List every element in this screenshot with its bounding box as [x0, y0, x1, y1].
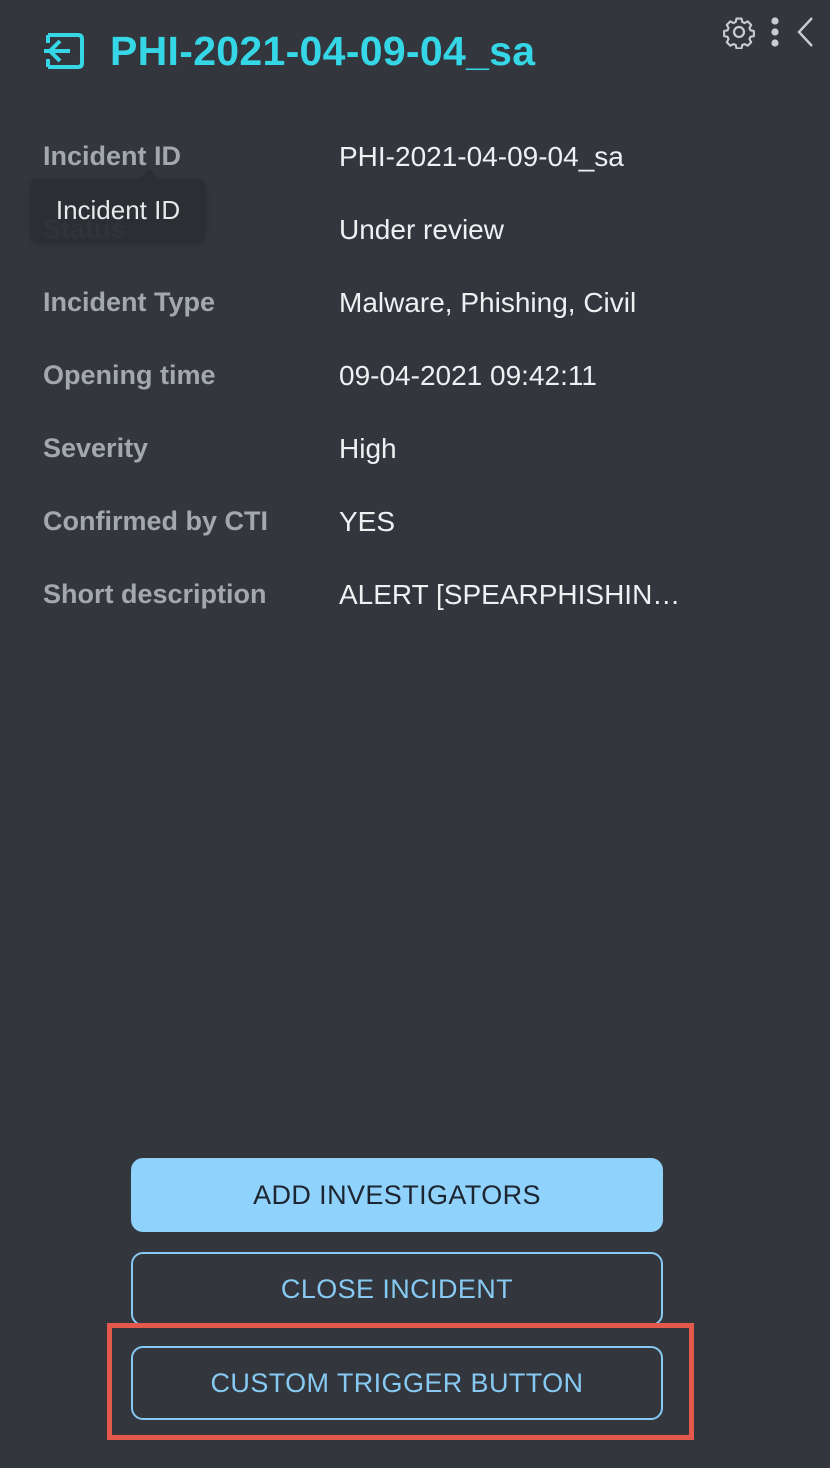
field-label: Opening time [43, 360, 216, 390]
field-row-confirmed-by-cti: Confirmed by CTI YES [43, 485, 803, 558]
action-buttons: ADD INVESTIGATORS CLOSE INCIDENT CUSTOM … [131, 1158, 663, 1420]
field-row-opening-time: Opening time 09-04-2021 09:42:11 [43, 339, 803, 412]
field-value: ALERT [SPEARPHISHIN… [339, 578, 681, 610]
field-row-severity: Severity High [43, 412, 803, 485]
entry-icon [40, 26, 90, 76]
field-value: YES [339, 505, 396, 537]
kebab-menu-icon[interactable] [768, 15, 782, 49]
field-value: High [339, 432, 397, 464]
chevron-left-icon[interactable] [794, 14, 816, 50]
field-label: Severity [43, 433, 149, 463]
incident-detail-panel: PHI-2021-04-09-04_sa Incident ID PHI-202… [0, 0, 830, 1468]
top-actions [722, 14, 816, 50]
field-value: 09-04-2021 09:42:11 [339, 359, 597, 391]
field-row-short-description: Short description ALERT [SPEARPHISHIN… [43, 558, 803, 631]
field-label: Incident ID [43, 141, 182, 171]
field-row-incident-type: Incident Type Malware, Phishing, Civil [43, 266, 803, 339]
panel-header: PHI-2021-04-09-04_sa [40, 26, 535, 76]
highlight-box [107, 1323, 694, 1440]
field-value: Malware, Phishing, Civil [339, 286, 637, 318]
tooltip: Incident ID [31, 169, 205, 241]
field-label: Confirmed by CTI [43, 506, 269, 536]
field-label: Short description [43, 579, 267, 609]
page-title: PHI-2021-04-09-04_sa [110, 27, 536, 74]
field-value: PHI-2021-04-09-04_sa [339, 140, 624, 172]
gear-icon[interactable] [722, 15, 756, 49]
close-incident-button[interactable]: CLOSE INCIDENT [131, 1252, 663, 1326]
field-value: Under review [339, 213, 504, 245]
add-investigators-button[interactable]: ADD INVESTIGATORS [131, 1158, 663, 1232]
field-label: Incident Type [43, 287, 216, 317]
